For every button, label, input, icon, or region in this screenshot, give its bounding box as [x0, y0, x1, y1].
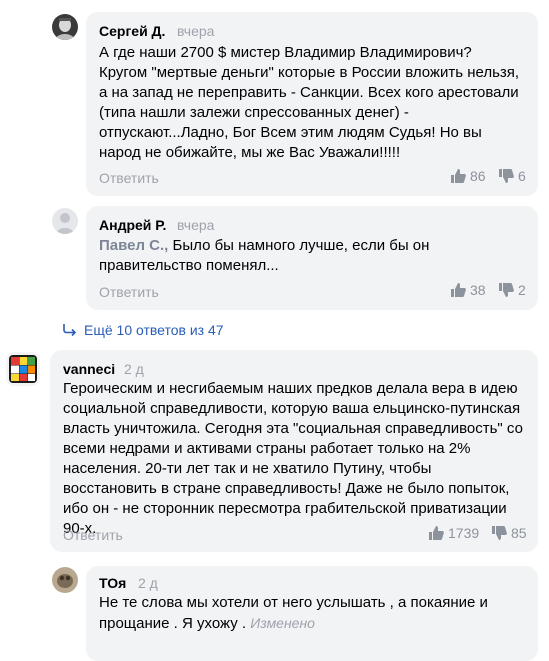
comment-author[interactable]: ТОя	[99, 575, 126, 591]
like-button[interactable]: 1739	[428, 525, 479, 541]
like-count: 38	[470, 282, 486, 298]
comment-author[interactable]: vanneci	[63, 361, 115, 377]
comment-author[interactable]: Андрей Р.	[99, 217, 166, 233]
mention-link[interactable]: Павел С.,	[99, 237, 168, 254]
avatar[interactable]	[52, 208, 78, 234]
like-count: 86	[470, 168, 486, 184]
rubiks-cube-icon	[6, 352, 40, 386]
avatar[interactable]	[52, 14, 78, 40]
avatar[interactable]	[52, 567, 78, 593]
user-photo-icon	[52, 567, 78, 593]
thumbs-down-icon	[492, 526, 507, 540]
dislike-button[interactable]: 85	[491, 525, 527, 541]
comment-author[interactable]: Сергей Д.	[99, 23, 165, 39]
thumbs-up-icon	[451, 169, 466, 183]
comment-text: Героическим и несгибаемым наших предков …	[63, 380, 523, 537]
comment-text: А где наши 2700 $ мистер Владимир Владим…	[99, 44, 520, 161]
avatar[interactable]	[6, 352, 40, 386]
comment-card: Сергей Д. вчера А где наши 2700 $ мистер…	[86, 12, 538, 196]
dislike-count: 6	[518, 168, 526, 184]
user-photo-icon	[52, 14, 78, 40]
reply-arrow-icon	[63, 324, 77, 337]
dislike-count: 2	[518, 282, 526, 298]
comment-time[interactable]: 2 д	[124, 361, 144, 377]
edited-label: Изменено	[250, 615, 315, 631]
more-replies-label: Ещё 10 ответов из 47	[84, 322, 224, 338]
comment-card: Андрей Р. вчера Павел С., Было бы намног…	[86, 206, 538, 310]
reply-button[interactable]: Ответить	[63, 527, 123, 543]
dislike-button[interactable]: 6	[498, 168, 526, 184]
like-button[interactable]: 38	[450, 282, 486, 298]
like-count: 1739	[448, 525, 480, 541]
thumbs-up-icon	[429, 526, 444, 540]
thumbs-down-icon	[499, 283, 514, 297]
thumbs-up-icon	[451, 283, 466, 297]
comment-text: Не те слова мы хотели от него услышать ,…	[99, 593, 524, 634]
reply-button[interactable]: Ответить	[99, 284, 159, 300]
default-avatar-icon	[52, 208, 78, 234]
comment-card: ТОя 2 д Не те слова мы хотели от него ус…	[86, 566, 538, 661]
comment-card: vanneci 2 д Героическим и несгибаемым на…	[50, 350, 538, 552]
like-button[interactable]: 86	[450, 168, 486, 184]
dislike-count: 85	[511, 525, 527, 541]
dislike-button[interactable]: 2	[498, 282, 526, 298]
comment-time[interactable]: вчера	[177, 217, 214, 233]
reply-button[interactable]: Ответить	[99, 170, 159, 186]
thumbs-down-icon	[499, 169, 514, 183]
comment-time[interactable]: 2 д	[138, 575, 158, 591]
comment-text: Павел С., Было бы намного лучше, если бы…	[99, 236, 524, 276]
comment-time[interactable]: вчера	[177, 23, 214, 39]
more-replies-link[interactable]: Ещё 10 ответов из 47	[62, 322, 224, 338]
